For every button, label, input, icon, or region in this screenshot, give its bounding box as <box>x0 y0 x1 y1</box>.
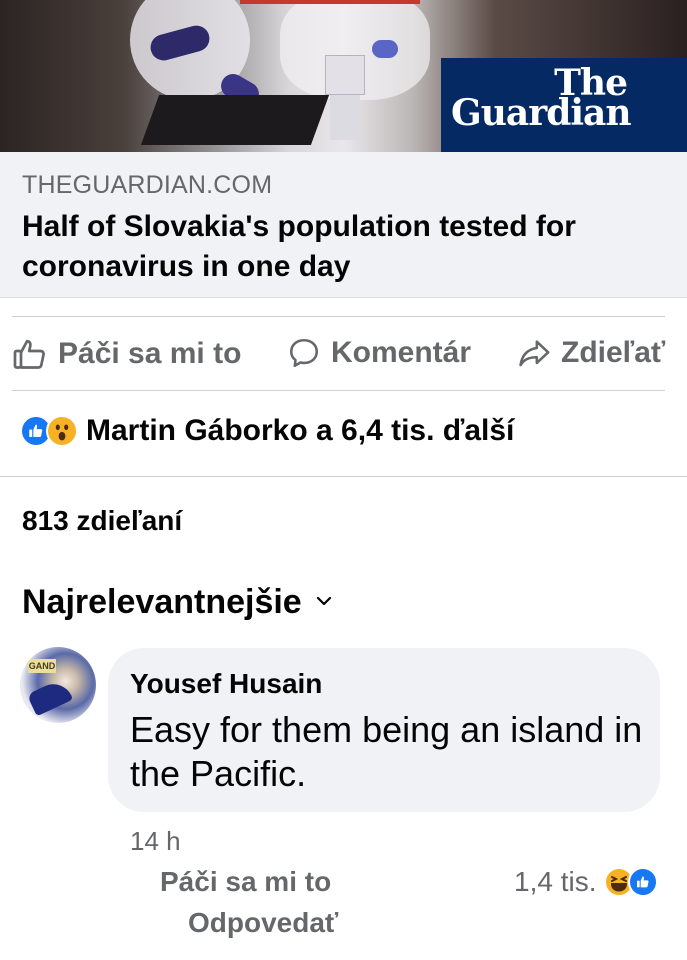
divider <box>12 316 665 317</box>
like-button-label: Páči sa mi to <box>58 337 242 370</box>
image-box <box>325 55 365 95</box>
chevron-down-icon <box>316 594 332 612</box>
image-test-tray <box>140 95 330 145</box>
like-button[interactable]: Páči sa mi to <box>12 336 241 372</box>
share-button[interactable]: Zdieľať <box>517 336 665 370</box>
speech-bubble-icon <box>287 336 321 370</box>
wow-reaction-icon <box>46 415 78 447</box>
link-domain: THEGUARDIAN.COM <box>22 171 273 199</box>
avatar[interactable]: GAND <box>20 647 96 723</box>
share-arrow-icon <box>517 336 551 370</box>
comment-reactions[interactable]: 1,4 tis. <box>514 866 659 898</box>
comment-reaction-count: 1,4 tis. <box>514 866 597 897</box>
comment-reply-button[interactable]: Odpovedať <box>188 907 338 939</box>
post-action-bar: Páči sa mi to Komentár Zdieľať <box>0 322 687 384</box>
link-preview-image[interactable]: The Guardian <box>0 0 687 152</box>
comment-bubble[interactable]: Yousef Husain Easy for them being an isl… <box>108 648 660 812</box>
divider <box>12 390 665 391</box>
reactions-summary[interactable]: Martin Gáborko a 6,4 tis. ďalší <box>20 414 514 448</box>
guardian-logo-line2: Guardian <box>451 92 632 134</box>
guardian-logo: The Guardian <box>441 58 687 152</box>
image-glove <box>372 40 398 58</box>
comment-text: Easy for them being an island in the Pac… <box>130 709 643 794</box>
avatar-figure <box>26 677 74 717</box>
link-headline: Half of Slovakia's population tested for… <box>22 210 576 283</box>
reactions-summary-text: Martin Gáborko a 6,4 tis. ďalší <box>86 414 515 447</box>
sort-label: Najrelevantnejšie <box>22 583 302 621</box>
comment-button-label: Komentár <box>331 336 472 369</box>
like-reaction-icon <box>628 867 659 897</box>
image-box <box>330 95 360 140</box>
link-preview-info[interactable]: THEGUARDIAN.COM Half of Slovakia's popul… <box>0 152 687 298</box>
comment-sort-dropdown[interactable]: Najrelevantnejšie <box>22 583 332 622</box>
image-detail <box>240 0 420 4</box>
thumbs-up-icon <box>12 336 48 372</box>
share-count[interactable]: 813 zdieľaní <box>22 505 182 537</box>
divider <box>0 476 687 477</box>
comment-timestamp[interactable]: 14 h <box>130 826 181 857</box>
comment-like-button[interactable]: Páči sa mi to <box>160 866 331 898</box>
comment-author[interactable]: Yousef Husain <box>130 668 322 700</box>
share-button-label: Zdieľať <box>561 336 666 369</box>
avatar-tag: GAND <box>28 659 56 673</box>
comment-button[interactable]: Komentár <box>287 336 471 370</box>
